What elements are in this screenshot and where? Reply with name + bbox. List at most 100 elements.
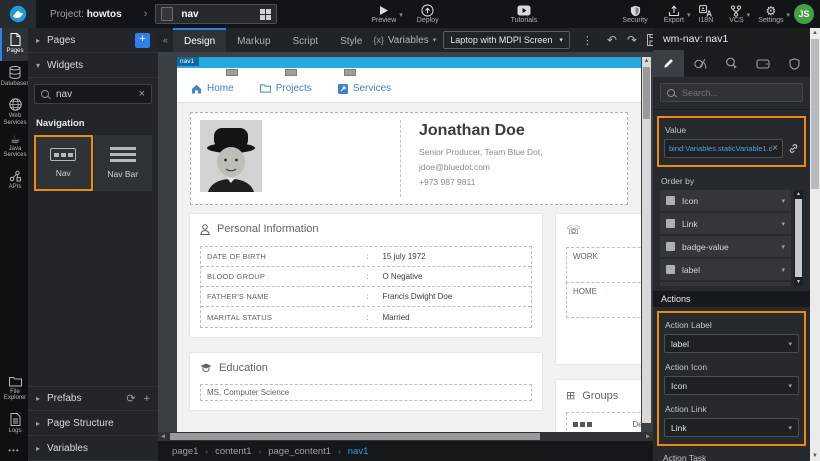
tutorials-button[interactable]: Tutorials (503, 0, 546, 28)
table-row[interactable]: MARITAL STATUS : Married (201, 307, 531, 327)
nav-item-home[interactable]: Home (191, 83, 234, 94)
chevron-down-icon[interactable]: ▾ (781, 220, 785, 228)
action-icon-select[interactable]: Icon ▾ (664, 376, 799, 395)
preview-button[interactable]: Preview (363, 0, 404, 28)
i18n-button[interactable]: A I18N (690, 0, 721, 28)
page-name-input[interactable] (179, 8, 260, 21)
scrollbar-thumb[interactable] (170, 433, 540, 440)
profile-card-widget[interactable]: Jonathan Doe Senior Producer, Team Blue … (190, 112, 628, 205)
widget-search[interactable]: × (34, 84, 152, 104)
deploy-button[interactable]: Deploy (409, 0, 447, 28)
education-row[interactable]: MS, Computer Science (200, 384, 532, 401)
table-row[interactable]: FATHER'S NAME : Francis Dwight Doe (201, 287, 531, 307)
properties-search-input[interactable] (680, 87, 796, 99)
breadcrumb-content1[interactable]: content1 (215, 446, 251, 457)
bind-link-icon[interactable] (788, 143, 799, 154)
checkbox[interactable] (666, 196, 675, 205)
variables-dropdown[interactable]: {x} Variables ▾ (373, 35, 436, 46)
widgets-section-header[interactable]: ▾ Widgets (28, 53, 158, 78)
undo-icon[interactable]: ↶ (602, 33, 622, 47)
groups-select[interactable]: Depa ▾ (632, 420, 641, 429)
scroll-up-icon[interactable]: ▲ (810, 28, 820, 38)
education-panel[interactable]: Education MS, Computer Science (190, 353, 542, 410)
canvas-page[interactable]: nav1 Home Projects (177, 57, 641, 432)
rail-item-databases[interactable]: Databases (0, 61, 28, 94)
nav1-selection-bar[interactable]: nav1 (177, 57, 641, 68)
variables-section-header[interactable]: ▸ Variables (28, 436, 158, 461)
rail-more-icon[interactable]: ••• (0, 440, 28, 461)
chevron-down-icon[interactable]: ▾ (781, 243, 785, 251)
widget-tile-navbar[interactable]: Nav Bar (94, 135, 153, 191)
chevron-down-icon[interactable]: ▾ (781, 266, 785, 274)
page-grid-icon[interactable] (260, 9, 271, 20)
scrollbar-thumb[interactable] (811, 39, 819, 189)
rail-item-pages[interactable]: Pages (0, 28, 28, 61)
order-item-badge-value[interactable]: badge-value ▾ (660, 236, 791, 257)
properties-search[interactable] (660, 83, 803, 102)
clear-search-icon[interactable]: × (139, 88, 145, 100)
scroll-up-icon[interactable]: ▲ (642, 57, 651, 66)
checkbox[interactable] (666, 265, 675, 274)
tab-design[interactable]: Design (173, 28, 226, 52)
preview-caret-icon[interactable]: ▾ (399, 11, 403, 19)
tab-device[interactable] (747, 50, 778, 77)
tab-properties[interactable] (653, 50, 684, 77)
order-item-clipped[interactable] (660, 282, 791, 286)
rail-item-apis[interactable]: APIs (0, 165, 28, 197)
checkbox[interactable] (666, 242, 675, 251)
nav-widget[interactable]: Home Projects Services (177, 77, 641, 103)
rail-item-java-services[interactable]: ☕ Java Services (0, 132, 28, 165)
tab-security[interactable] (779, 50, 810, 77)
tab-styles[interactable] (684, 50, 715, 77)
drag-handle[interactable] (226, 69, 238, 76)
contact-row-work[interactable]: WORK (566, 247, 641, 283)
tab-inspect[interactable] (716, 50, 747, 77)
groups-panel[interactable]: ⊞ Groups Depa ▾ (556, 380, 641, 432)
collapse-left-icon[interactable]: « (158, 35, 173, 45)
value-binding-input[interactable]: bind:Variables.staticVariable1.dataSet × (664, 139, 783, 158)
order-by-scrollbar[interactable]: ▲ ▼ (794, 190, 803, 286)
scroll-up-icon[interactable]: ▲ (794, 190, 803, 198)
contact-row-home[interactable]: HOME (566, 282, 641, 318)
scroll-down-icon[interactable]: ▼ (810, 451, 820, 461)
drag-handle[interactable] (285, 69, 297, 76)
canvas-horizontal-scrollbar[interactable]: ◄ ► (158, 432, 653, 441)
more-options-icon[interactable]: ⋮ (577, 34, 598, 47)
settings-caret-icon[interactable]: ▾ (786, 11, 790, 19)
order-item-link[interactable]: Link ▾ (660, 213, 791, 234)
order-item-icon[interactable]: Icon ▾ (660, 190, 791, 211)
tab-style[interactable]: Style (329, 28, 373, 52)
tab-markup[interactable]: Markup (226, 28, 281, 52)
action-link-select[interactable]: Link ▾ (664, 418, 799, 437)
breadcrumb-nav1[interactable]: nav1 (348, 446, 369, 457)
canvas-vertical-scrollbar[interactable]: ▲ (642, 57, 651, 423)
order-item-label[interactable]: label ▾ (660, 259, 791, 280)
add-page-button[interactable]: + (135, 33, 150, 48)
refresh-icon[interactable]: ⟳ (126, 392, 135, 405)
rail-item-logs[interactable]: Logs (0, 408, 28, 441)
scroll-left-icon[interactable]: ◄ (158, 434, 168, 440)
rail-item-web-services[interactable]: Web Services (0, 93, 28, 132)
clear-binding-icon[interactable]: × (772, 143, 778, 154)
widget-search-input[interactable] (54, 88, 139, 101)
redo-icon[interactable]: ↷ (622, 33, 642, 47)
personal-info-panel[interactable]: Personal Information DATE OF BIRTH : 15 … (190, 214, 542, 337)
breadcrumb-page-content1[interactable]: page_content1 (268, 446, 331, 457)
page-switcher[interactable] (155, 4, 277, 24)
chevron-down-icon[interactable]: ▾ (781, 197, 785, 205)
device-select[interactable]: Laptop with MDPI Screen ▾ (443, 31, 570, 49)
properties-panel-scrollbar[interactable]: ▲ ▼ (810, 28, 820, 461)
prefabs-section-header[interactable]: ▸ Prefabs ⟳ + (28, 386, 158, 411)
drag-handle[interactable] (344, 69, 356, 76)
table-row[interactable]: BLOOD GROUP : O Negative (201, 267, 531, 287)
rail-item-file-explorer[interactable]: File Explorer (0, 371, 28, 408)
action-label-select[interactable]: label ▾ (664, 334, 799, 353)
user-avatar[interactable]: JS (794, 4, 814, 24)
nav-item-projects[interactable]: Projects (260, 83, 312, 94)
scrollbar-thumb[interactable] (795, 199, 802, 277)
security-button[interactable]: Security (614, 0, 655, 28)
widget-tile-nav[interactable]: Nav (34, 135, 93, 191)
table-row[interactable]: DATE OF BIRTH : 15 july 1972 (201, 247, 531, 267)
scroll-right-icon[interactable]: ► (643, 434, 653, 440)
wavemaker-logo[interactable] (0, 0, 36, 28)
